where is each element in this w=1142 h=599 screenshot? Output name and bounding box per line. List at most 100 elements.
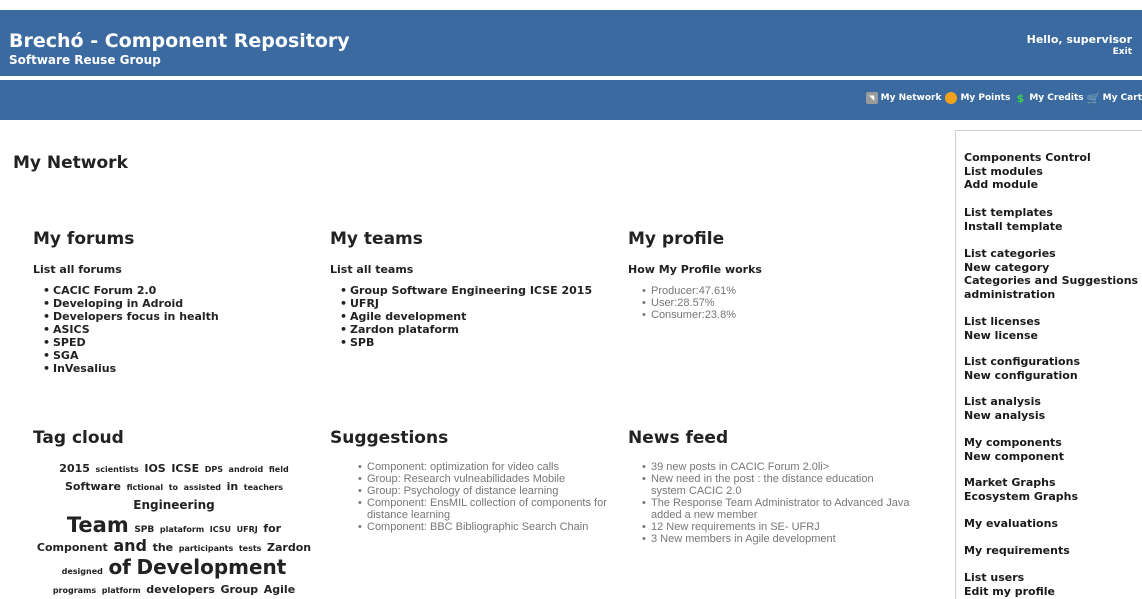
my-cart-link[interactable]: 🛒 My Cart xyxy=(1086,91,1142,105)
tag-link[interactable]: for xyxy=(263,522,281,535)
sidebar-link-list-analysis[interactable]: List analysis xyxy=(964,395,1045,409)
credits-icon: $ xyxy=(1016,91,1025,105)
sidebar-group-analysis: List analysis New analysis xyxy=(964,395,1045,422)
tag-link[interactable]: teachers xyxy=(244,483,283,492)
sidebar-group-requirements: My requirements xyxy=(964,544,1070,558)
tag-link[interactable]: DPS xyxy=(205,465,223,474)
tag-link[interactable]: Engineering xyxy=(133,498,214,512)
app-title: Brechó - Component Repository xyxy=(9,30,350,52)
sidebar-link-new-license[interactable]: New license xyxy=(964,329,1040,343)
tag-link[interactable]: ICSE xyxy=(171,462,199,475)
team-item[interactable]: UFRJ xyxy=(330,297,592,310)
user-greeting: Hello, supervisor xyxy=(1026,33,1132,46)
tag-link[interactable]: of xyxy=(108,555,130,579)
suggestion-item[interactable]: Group: Research vulneabilidades Mobile xyxy=(356,473,611,485)
sidebar-group-users: List users Edit my profile xyxy=(964,571,1055,598)
how-my-profile-works-link[interactable]: How My Profile works xyxy=(628,263,762,276)
profile-stat: Consumer:23.8% xyxy=(640,309,736,321)
tag-link[interactable]: tests xyxy=(239,544,262,553)
sidebar-link-new-analysis[interactable]: New analysis xyxy=(964,409,1045,423)
tag-link[interactable]: to xyxy=(169,483,178,492)
team-item[interactable]: Zardon plataform xyxy=(330,323,592,336)
tag-link[interactable]: Group xyxy=(220,583,258,596)
tag-link[interactable]: and xyxy=(113,536,147,555)
sidebar-link-list-modules[interactable]: List modules xyxy=(964,165,1091,179)
exit-link[interactable]: Exit xyxy=(1113,47,1132,57)
tag-link[interactable]: designed xyxy=(62,567,103,576)
tag-link[interactable]: participants xyxy=(179,544,234,553)
sidebar-link-ecosystem-graphs[interactable]: Ecosystem Graphs xyxy=(964,490,1078,504)
forum-item[interactable]: ASICS xyxy=(33,323,219,336)
tag-link[interactable]: developers xyxy=(146,583,215,596)
toolbar: ◥ My Network My Points $ My Credits 🛒 My… xyxy=(0,80,1142,120)
tag-link[interactable]: field xyxy=(269,465,289,474)
sidebar-link-market-graphs[interactable]: Market Graphs xyxy=(964,476,1078,490)
tag-link[interactable]: plataform xyxy=(160,525,204,534)
forum-item[interactable]: InVesalius xyxy=(33,362,219,375)
admin-sidebar: Components Control List modules Add modu… xyxy=(955,130,1142,599)
sidebar-link-list-templates[interactable]: List templates xyxy=(964,206,1063,220)
tagcloud-title: Tag cloud xyxy=(33,428,124,448)
forum-item[interactable]: CACIC Forum 2.0 xyxy=(33,284,219,297)
my-points-link[interactable]: My Points xyxy=(945,92,1010,104)
tag-link[interactable]: Software xyxy=(65,480,121,494)
sidebar-link-list-categories[interactable]: List categories xyxy=(964,247,1139,261)
forum-item[interactable]: Developing in Adroid xyxy=(33,297,219,310)
sidebar-link-add-module[interactable]: Add module xyxy=(964,178,1091,192)
tag-link[interactable]: scientists xyxy=(96,465,139,474)
sidebar-link-install-template[interactable]: Install template xyxy=(964,220,1063,234)
sidebar-link-edit-my-profile[interactable]: Edit my profile xyxy=(964,585,1055,599)
team-item[interactable]: Group Software Engineering ICSE 2015 xyxy=(330,284,592,297)
cart-icon: 🛒 xyxy=(1086,91,1101,105)
suggestion-item[interactable]: Component: EnsMIL collection of componen… xyxy=(356,497,611,521)
sidebar-link-my-components[interactable]: My components xyxy=(964,436,1064,450)
tag-link[interactable]: the xyxy=(153,541,174,554)
sidebar-link-components-control[interactable]: Components Control xyxy=(964,151,1091,165)
tag-link[interactable]: 2015 xyxy=(59,462,90,475)
sidebar-link-categories-suggestions-admin[interactable]: Categories and Suggestions administratio… xyxy=(964,274,1139,301)
suggestion-item[interactable]: Component: BBC Bibliographic Search Chai… xyxy=(356,521,611,533)
tag-link[interactable]: platform xyxy=(102,586,141,595)
tag-link[interactable]: in xyxy=(227,480,239,494)
tag-link[interactable]: Zardon xyxy=(267,541,311,554)
list-all-teams-link[interactable]: List all teams xyxy=(330,263,413,276)
sidebar-group-licenses: List licenses New license xyxy=(964,315,1040,342)
my-network-label: My Network xyxy=(880,93,942,103)
sidebar-link-new-configuration[interactable]: New configuration xyxy=(964,369,1080,383)
tag-link[interactable]: Component xyxy=(37,541,108,554)
list-all-forums-link[interactable]: List all forums xyxy=(33,263,122,276)
tag-cloud-row: Component and the participants tests Zar… xyxy=(33,537,315,555)
forum-item[interactable]: SGA xyxy=(33,349,219,362)
my-network-link[interactable]: ◥ My Network xyxy=(865,92,942,104)
sidebar-link-new-category[interactable]: New category xyxy=(964,261,1139,275)
sidebar-link-my-evaluations[interactable]: My evaluations xyxy=(964,517,1058,531)
tag-link[interactable]: SPB xyxy=(134,525,154,535)
tag-link[interactable]: UFRJ xyxy=(237,525,258,534)
tag-cloud-row: programs platform developers Group Agile xyxy=(33,579,315,597)
tag-link[interactable]: android xyxy=(229,465,264,474)
tag-cloud-row: Software fictional to assisted in teache… xyxy=(33,476,315,513)
tag-link[interactable]: assisted xyxy=(184,483,221,492)
sidebar-link-my-requirements[interactable]: My requirements xyxy=(964,544,1070,558)
sidebar-link-list-users[interactable]: List users xyxy=(964,571,1055,585)
sidebar-link-new-component[interactable]: New component xyxy=(964,450,1064,464)
my-credits-link[interactable]: $ My Credits xyxy=(1014,91,1084,105)
forum-item[interactable]: SPED xyxy=(33,336,219,349)
tag-link[interactable]: ICSU xyxy=(210,525,231,534)
page-title: My Network xyxy=(13,153,128,173)
newsfeed-title: News feed xyxy=(628,428,729,448)
tag-link[interactable]: programs xyxy=(53,586,96,595)
tag-link[interactable]: IOS xyxy=(144,462,165,475)
app-header: Brechó - Component Repository Software R… xyxy=(0,10,1142,76)
team-item[interactable]: SPB xyxy=(330,336,592,349)
tag-link[interactable]: Development xyxy=(136,555,286,579)
team-item[interactable]: Agile development xyxy=(330,310,592,323)
tag-link[interactable]: fictional xyxy=(127,483,164,492)
sidebar-link-list-licenses[interactable]: List licenses xyxy=(964,315,1040,329)
tag-link[interactable]: Agile xyxy=(264,583,295,596)
tag-link[interactable]: Team xyxy=(67,513,129,537)
suggestion-item[interactable]: Component: optimization for video calls xyxy=(356,461,611,473)
suggestion-item[interactable]: Group: Psychology of distance learning xyxy=(356,485,611,497)
sidebar-link-list-configurations[interactable]: List configurations xyxy=(964,355,1080,369)
forum-item[interactable]: Developers focus in health xyxy=(33,310,219,323)
